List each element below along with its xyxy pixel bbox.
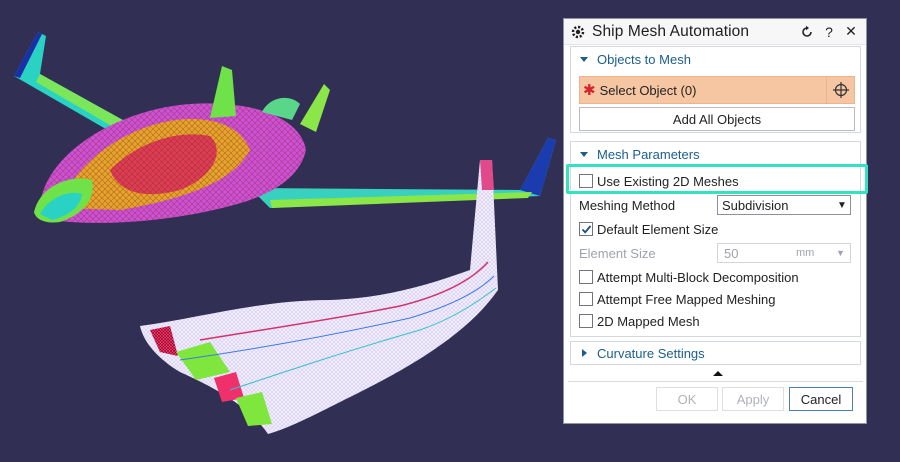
close-icon[interactable]: ✕ <box>842 23 860 41</box>
mesh-parameters-header[interactable]: Mesh Parameters <box>571 142 860 166</box>
select-object-row[interactable]: ✱ Select Object (0) <box>579 76 855 104</box>
dialog-titlebar[interactable]: Ship Mesh Automation ? ✕ <box>564 19 866 45</box>
gear-icon <box>571 25 585 38</box>
cancel-button[interactable]: Cancel <box>789 387 853 411</box>
expand-arrow-icon <box>580 57 588 62</box>
meshing-method-dropdown[interactable]: Subdivision ▼ <box>717 195 851 215</box>
chevron-down-icon: ▼ <box>837 199 847 211</box>
objects-to-mesh-section: Objects to Mesh ✱ Select Object (0) Add … <box>570 46 861 133</box>
chevron-down-icon: ▼ <box>836 248 845 258</box>
objects-to-mesh-header[interactable]: Objects to Mesh <box>571 47 860 71</box>
highlight-box <box>566 164 868 194</box>
free-mapped-checkbox[interactable] <box>579 292 593 306</box>
required-mark: ✱ <box>583 82 596 99</box>
collapse-arrow-icon <box>582 349 587 357</box>
element-size-unit: mm <box>796 247 815 259</box>
curvature-settings-header[interactable]: Curvature Settings <box>571 342 860 364</box>
crosshair-icon[interactable] <box>826 77 854 103</box>
ok-button[interactable]: OK <box>656 387 718 411</box>
element-size-input: 50 mm ▼ <box>717 243 851 263</box>
multi-block-checkbox[interactable] <box>579 270 593 284</box>
expand-arrow-icon <box>580 152 588 157</box>
free-mapped-row[interactable]: Attempt Free Mapped Meshing <box>579 289 775 309</box>
collapse-up-icon[interactable] <box>712 369 724 377</box>
element-size-label: Element Size <box>579 245 656 261</box>
add-all-objects-button[interactable]: Add All Objects <box>579 107 855 131</box>
meshing-method-label: Meshing Method <box>579 197 676 213</box>
select-object-label: Select Object (0) <box>599 82 697 98</box>
dialog-title: Ship Mesh Automation <box>592 22 750 40</box>
multi-block-row[interactable]: Attempt Multi-Block Decomposition <box>579 267 799 287</box>
mapped-2d-row[interactable]: 2D Mapped Mesh <box>579 311 700 331</box>
default-element-size-row[interactable]: Default Element Size <box>579 219 718 239</box>
help-icon[interactable]: ? <box>820 23 838 41</box>
aircraft-mesh <box>14 32 556 223</box>
apply-button[interactable]: Apply <box>722 387 784 411</box>
mapped-2d-checkbox[interactable] <box>579 314 593 328</box>
ship-mesh-automation-dialog: Ship Mesh Automation ? ✕ Objects to Mesh… <box>563 18 867 424</box>
default-element-size-checkbox[interactable] <box>579 222 593 236</box>
curvature-settings-section: Curvature Settings <box>570 341 861 365</box>
footer-divider <box>568 381 863 382</box>
reset-icon[interactable] <box>798 23 816 41</box>
